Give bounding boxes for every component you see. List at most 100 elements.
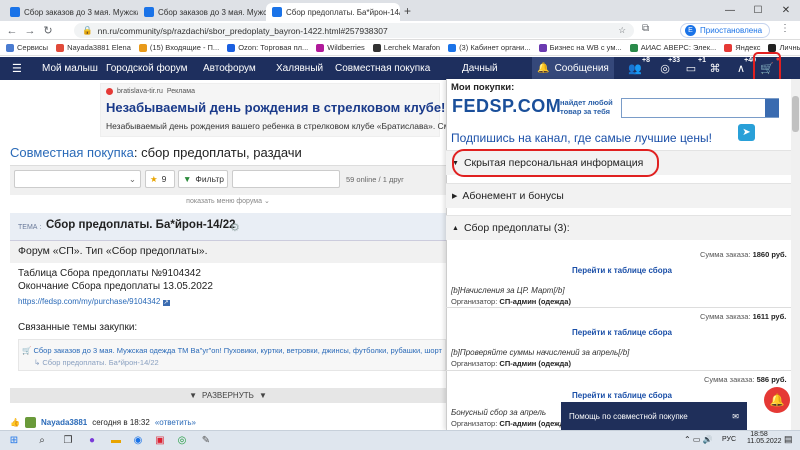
- order-organizer: Организатор: СП-админ (одежда): [451, 359, 571, 368]
- forward-icon[interactable]: →: [22, 21, 38, 40]
- app-icon[interactable]: ▣: [152, 432, 168, 448]
- bookmark-item[interactable]: Nayada3881 Elena: [56, 43, 131, 52]
- scrollbar-thumb[interactable]: [792, 96, 799, 132]
- browser-menu-icon[interactable]: ⋮: [780, 23, 790, 34]
- telegram-icon[interactable]: ➤: [738, 124, 755, 141]
- section-prepayment[interactable]: ▲ Сбор предоплаты (3):: [446, 215, 791, 240]
- nav-item[interactable]: Халявный: [276, 57, 323, 80]
- bookmark-favicon-icon: [227, 43, 236, 52]
- post-username[interactable]: Nayada3881: [41, 418, 87, 427]
- related-topic-link[interactable]: ↳ Сбор предоплаты. Ба*йрон-14/22: [34, 358, 159, 367]
- bookmark-item[interactable]: Яндекс: [724, 43, 760, 52]
- page-title: Совместная покупка: сбор предоплаты, раз…: [10, 145, 302, 160]
- ad-tag: Реклама: [166, 88, 195, 95]
- hamburger-menu-icon[interactable]: ☰: [12, 57, 22, 80]
- bookmark-favicon-icon: [724, 43, 733, 52]
- messages-button[interactable]: 🔔 Сообщения: [532, 57, 614, 80]
- order-table-link[interactable]: Перейти к таблице сбора: [572, 328, 672, 337]
- avatar: Е: [685, 25, 696, 36]
- minimize-icon[interactable]: —: [716, 0, 744, 21]
- expand-button[interactable]: ▼ РАЗВЕРНУТЬ ▼: [10, 388, 446, 403]
- bookmark-star-icon[interactable]: ☆: [618, 25, 626, 36]
- browser-tab-3-active[interactable]: Сбор предоплаты. Ба*йрон-14/2 ✕: [266, 3, 400, 21]
- bookmark-item[interactable]: Wildberries: [316, 43, 365, 52]
- bookmark-item[interactable]: Ozon: Торговая пл...: [227, 43, 308, 52]
- browser-tab-1[interactable]: Сбор заказов до 3 мая. Мужская ✕: [4, 3, 138, 21]
- clock[interactable]: 18:58 11.05.2022: [747, 431, 782, 445]
- search-icon[interactable]: ⌕: [34, 432, 50, 448]
- fedsp-tagline: найдет любой товар за тебя: [560, 98, 613, 116]
- nav-item[interactable]: Автофорум: [203, 57, 256, 80]
- avatar[interactable]: [24, 416, 36, 428]
- tray-icons[interactable]: ⌃ ▭ 🔊: [684, 435, 713, 444]
- ad-text: Незабываемый день рождения вашего ребенк…: [106, 121, 479, 131]
- nav-item[interactable]: Городской форум: [106, 57, 187, 80]
- bookmark-item[interactable]: АИАС АВЕРС: Элек...: [629, 43, 716, 52]
- search-icon[interactable]: [765, 99, 779, 117]
- reply-link[interactable]: «ответить»: [155, 418, 196, 427]
- yandex-browser-icon[interactable]: ◉: [130, 432, 146, 448]
- order-sum: Сумма заказа: 1860 руб.: [700, 250, 787, 259]
- reload-icon[interactable]: ↻: [40, 21, 56, 40]
- fedsp-search-input[interactable]: [621, 98, 779, 118]
- extensions-icon[interactable]: ⧉: [642, 23, 649, 34]
- notification-bell-icon[interactable]: 🔔: [764, 387, 790, 413]
- order-organizer: Организатор: СП-админ (одежда): [451, 419, 571, 428]
- related-topic-link[interactable]: 🛒 Сбор заказов до 3 мая. Мужская одежда …: [22, 346, 442, 355]
- topic-title: Сбор предоплаты. Ба*йрон-14/22: [46, 219, 236, 231]
- window-close-icon[interactable]: ✕: [772, 0, 800, 21]
- explorer-icon[interactable]: ▬: [108, 432, 124, 448]
- alice-icon[interactable]: ●: [84, 432, 100, 448]
- like-icon[interactable]: 👍: [10, 418, 20, 427]
- show-forum-menu[interactable]: показать меню форума ⌄: [10, 197, 446, 205]
- nav-item[interactable]: Дачный: [462, 57, 498, 80]
- bookmark-item[interactable]: Lerchek Marafon: [372, 43, 440, 52]
- order-sum: Сумма заказа: 586 руб.: [704, 375, 787, 384]
- puzzle-icon[interactable]: ⌘: [704, 59, 726, 78]
- bookmark-favicon-icon: [629, 43, 638, 52]
- maximize-icon[interactable]: ☐: [744, 0, 772, 21]
- favorites-button[interactable]: ★ 9: [145, 170, 175, 188]
- friends-icon[interactable]: 👥 +8: [624, 57, 650, 78]
- ad-source: bratislava-tir.ru Реклама: [106, 88, 195, 95]
- star-icon: ★: [150, 173, 158, 184]
- windows-start-icon[interactable]: ⊞: [6, 432, 22, 448]
- filter-button[interactable]: ▼ Фильтр: [178, 170, 228, 188]
- help-chat-widget[interactable]: Помощь по совместной покупке ✉: [561, 402, 747, 430]
- breadcrumb-link[interactable]: Совместная покупка: [10, 145, 134, 160]
- section-subscription[interactable]: ▶ Абонемент и бонусы: [446, 183, 791, 208]
- forum-search-input[interactable]: [232, 170, 340, 188]
- new-tab-icon[interactable]: +: [404, 4, 411, 18]
- bookmark-item[interactable]: Бизнес на WB с ум...: [538, 43, 622, 52]
- bookmark-item[interactable]: (3) Кабинет органи...: [448, 43, 531, 52]
- address-bar[interactable]: 🔒 nn.ru/community/sp/razdachi/sbor_predo…: [74, 23, 634, 38]
- nav-item[interactable]: Мой малыш: [42, 57, 98, 80]
- notifications-icon[interactable]: ▤: [784, 434, 793, 445]
- views-icon[interactable]: ◎ +33: [654, 57, 680, 78]
- order-table-link[interactable]: Перейти к таблице сбора: [572, 266, 672, 275]
- chrome-icon[interactable]: ◎: [174, 432, 190, 448]
- section-label: Абонемент и бонусы: [462, 190, 564, 202]
- bookmark-item[interactable]: Сервисы: [6, 43, 48, 52]
- bookmark-item[interactable]: (15) Входящие - П...: [138, 43, 219, 52]
- table-number-text: Таблица Сбора предоплаты №9104342: [18, 268, 201, 279]
- gear-icon[interactable]: ⚙: [230, 221, 240, 234]
- profile-button[interactable]: Е Приостановлена: [680, 23, 770, 38]
- cart-icon: 🛒: [22, 346, 34, 355]
- language-indicator[interactable]: РУС: [722, 436, 736, 443]
- browser-tab-2[interactable]: Сбор заказов до 3 мая. Мужская ✕: [138, 3, 266, 21]
- ad-title[interactable]: Незабываемый день рождения в стрелковом …: [106, 100, 445, 115]
- fedsp-logo[interactable]: FEDSP.COM: [452, 96, 561, 117]
- back-icon[interactable]: ←: [4, 21, 20, 40]
- bookmark-item[interactable]: Личный кабинет: [768, 43, 800, 52]
- forum-select[interactable]: ⌄: [14, 170, 141, 188]
- comments-icon[interactable]: ▭ +1: [680, 57, 706, 78]
- order-table-link[interactable]: Перейти к таблице сбора: [572, 391, 672, 400]
- task-view-icon[interactable]: ❐: [60, 432, 76, 448]
- subscribe-link[interactable]: Подпишись на канал, где самые лучшие цен…: [451, 131, 712, 145]
- activity-icon[interactable]: ∧ +40: [730, 57, 756, 78]
- bookmark-favicon-icon: [138, 43, 147, 52]
- nav-item[interactable]: Совместная покупка: [335, 57, 430, 80]
- purchase-link[interactable]: https://fedsp.com/my/purchase/9104342 ↗: [18, 297, 170, 306]
- app-icon[interactable]: ✎: [198, 432, 214, 448]
